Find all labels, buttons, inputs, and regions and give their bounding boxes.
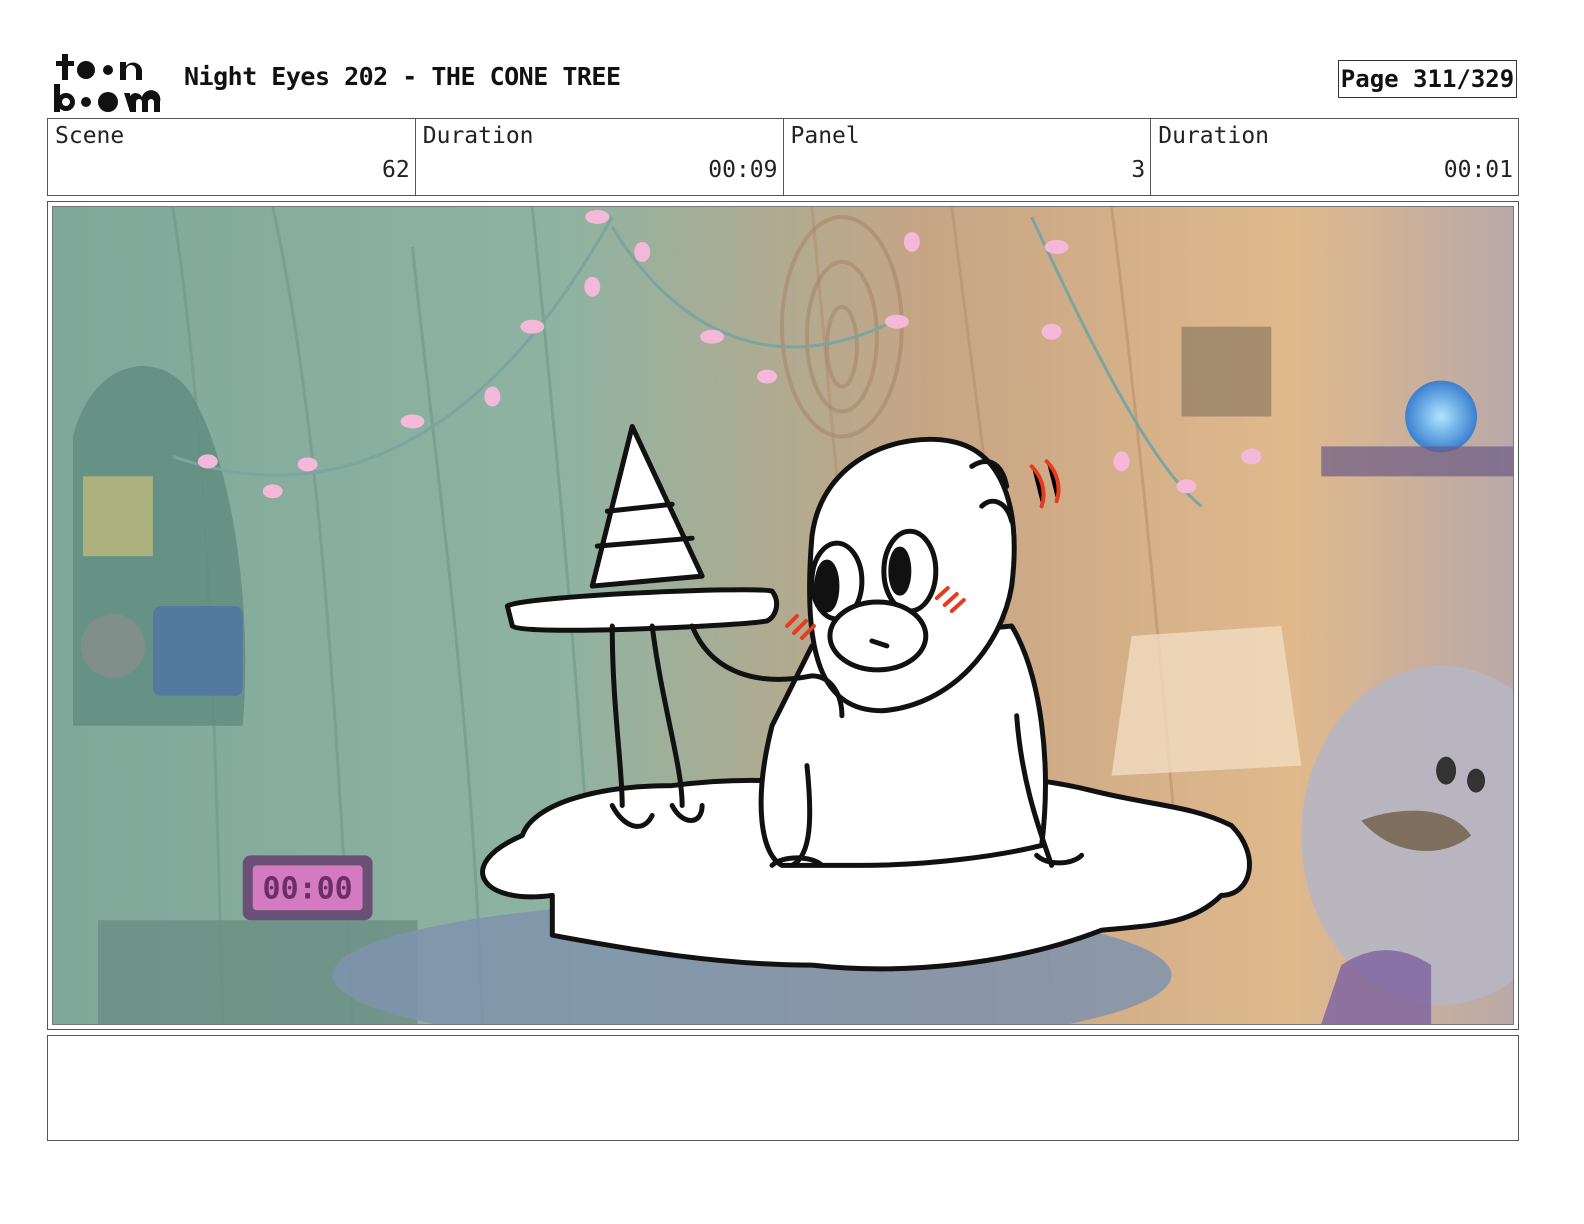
scene-cell: Scene 62 — [48, 119, 416, 195]
panel-info-row: Scene 62 Duration 00:09 Panel 3 Duration… — [47, 118, 1519, 196]
storyboard-drawing: 00:00 — [53, 207, 1513, 1024]
panel-duration-label: Duration — [1158, 123, 1270, 149]
panel-artwork: 00:00 — [52, 206, 1514, 1025]
lamp-shade — [1111, 625, 1302, 776]
panel-notes — [47, 1035, 1519, 1141]
scene-duration-label: Duration — [422, 123, 534, 149]
clock-display: 00:00 — [263, 871, 353, 906]
crystal-ball — [1405, 380, 1478, 453]
toon-boom-logo — [52, 52, 164, 114]
page-number: Page 311/329 — [1338, 60, 1517, 98]
map-poster — [82, 476, 153, 557]
panel-value: 3 — [1131, 157, 1146, 183]
panel-duration-cell: Duration 00:01 — [1151, 119, 1518, 195]
trophy — [1181, 326, 1272, 417]
scene-duration-value: 00:09 — [708, 157, 778, 183]
panel-duration-value: 00:01 — [1443, 157, 1513, 183]
panel-frame: 00:00 — [47, 201, 1519, 1030]
photo-frame — [152, 606, 243, 696]
storyboard-title: Night Eyes 202 - THE CONE TREE — [184, 62, 621, 91]
teddy-bear — [80, 614, 145, 678]
scene-label: Scene — [55, 123, 125, 149]
scene-duration-cell: Duration 00:09 — [416, 119, 784, 195]
scene-value: 62 — [382, 157, 410, 183]
panel-label: Panel — [790, 123, 860, 149]
panel-cell: Panel 3 — [784, 119, 1152, 195]
